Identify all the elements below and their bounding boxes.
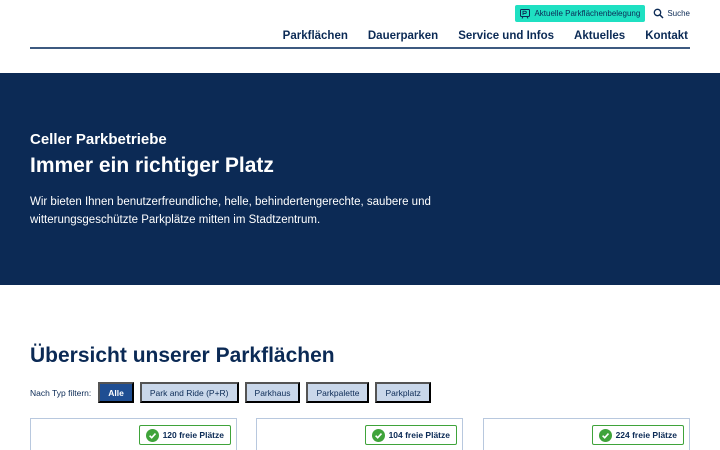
check-circle-icon: [145, 428, 159, 442]
live-occupancy-label: Aktuelle Parkflächenbelegung: [534, 9, 641, 18]
hero-title: Immer ein richtiger Platz: [30, 154, 274, 177]
overview-title: Übersicht unserer Parkflächen: [30, 344, 335, 367]
filter-park-and-ride[interactable]: Park and Ride (P+R): [139, 382, 239, 403]
free-spaces-badge: 104 freie Plätze: [364, 425, 457, 445]
filter-parkplatz[interactable]: Parkplatz: [375, 382, 431, 403]
parking-card[interactable]: 224 freie Plätze: [483, 418, 690, 450]
parking-card[interactable]: 104 freie Plätze: [256, 418, 463, 450]
free-spaces-badge: 224 freie Plätze: [591, 425, 684, 445]
check-circle-icon: [598, 428, 612, 442]
parking-card-list: 120 freie Plätze 104 freie Plätze 224 fr…: [30, 418, 690, 450]
free-spaces-count: 104 freie Plätze: [388, 430, 450, 440]
nav-item-dauerparken[interactable]: Dauerparken: [368, 30, 438, 42]
free-spaces-count: 224 freie Plätze: [615, 430, 677, 440]
nav-item-parkflaechen[interactable]: Parkflächen: [283, 30, 348, 42]
nav-item-service[interactable]: Service und Infos: [458, 30, 554, 42]
search-icon: [653, 8, 664, 19]
parking-occupancy-icon: [520, 8, 531, 19]
hero-banner: Celler Parkbetriebe Immer ein richtiger …: [0, 73, 720, 285]
free-spaces-badge: 120 freie Plätze: [138, 425, 231, 445]
main-navigation: Parkflächen Dauerparken Service und Info…: [283, 30, 688, 42]
hero-kicker: Celler Parkbetriebe: [30, 131, 167, 148]
utility-bar: Aktuelle Parkflächenbelegung Suche: [515, 5, 690, 22]
check-circle-icon: [371, 428, 385, 442]
filter-parkpalette[interactable]: Parkpalette: [306, 382, 370, 403]
hero-text: Wir bieten Ihnen benutzerfreundliche, he…: [30, 196, 431, 226]
filter-parkhaus[interactable]: Parkhaus: [244, 382, 301, 403]
free-spaces-count: 120 freie Plätze: [162, 430, 224, 440]
search-link[interactable]: Suche: [653, 8, 690, 19]
filter-alle[interactable]: Alle: [98, 382, 134, 403]
type-filter-bar: Nach Typ filtern: Alle Park and Ride (P+…: [30, 382, 437, 403]
nav-item-kontakt[interactable]: Kontakt: [645, 30, 688, 42]
filter-label: Nach Typ filtern:: [30, 387, 92, 398]
nav-item-aktuelles[interactable]: Aktuelles: [574, 30, 625, 42]
live-occupancy-button[interactable]: Aktuelle Parkflächenbelegung: [515, 5, 646, 22]
header-divider: [30, 47, 690, 49]
search-label: Suche: [667, 9, 690, 18]
parking-card[interactable]: 120 freie Plätze: [30, 418, 237, 450]
